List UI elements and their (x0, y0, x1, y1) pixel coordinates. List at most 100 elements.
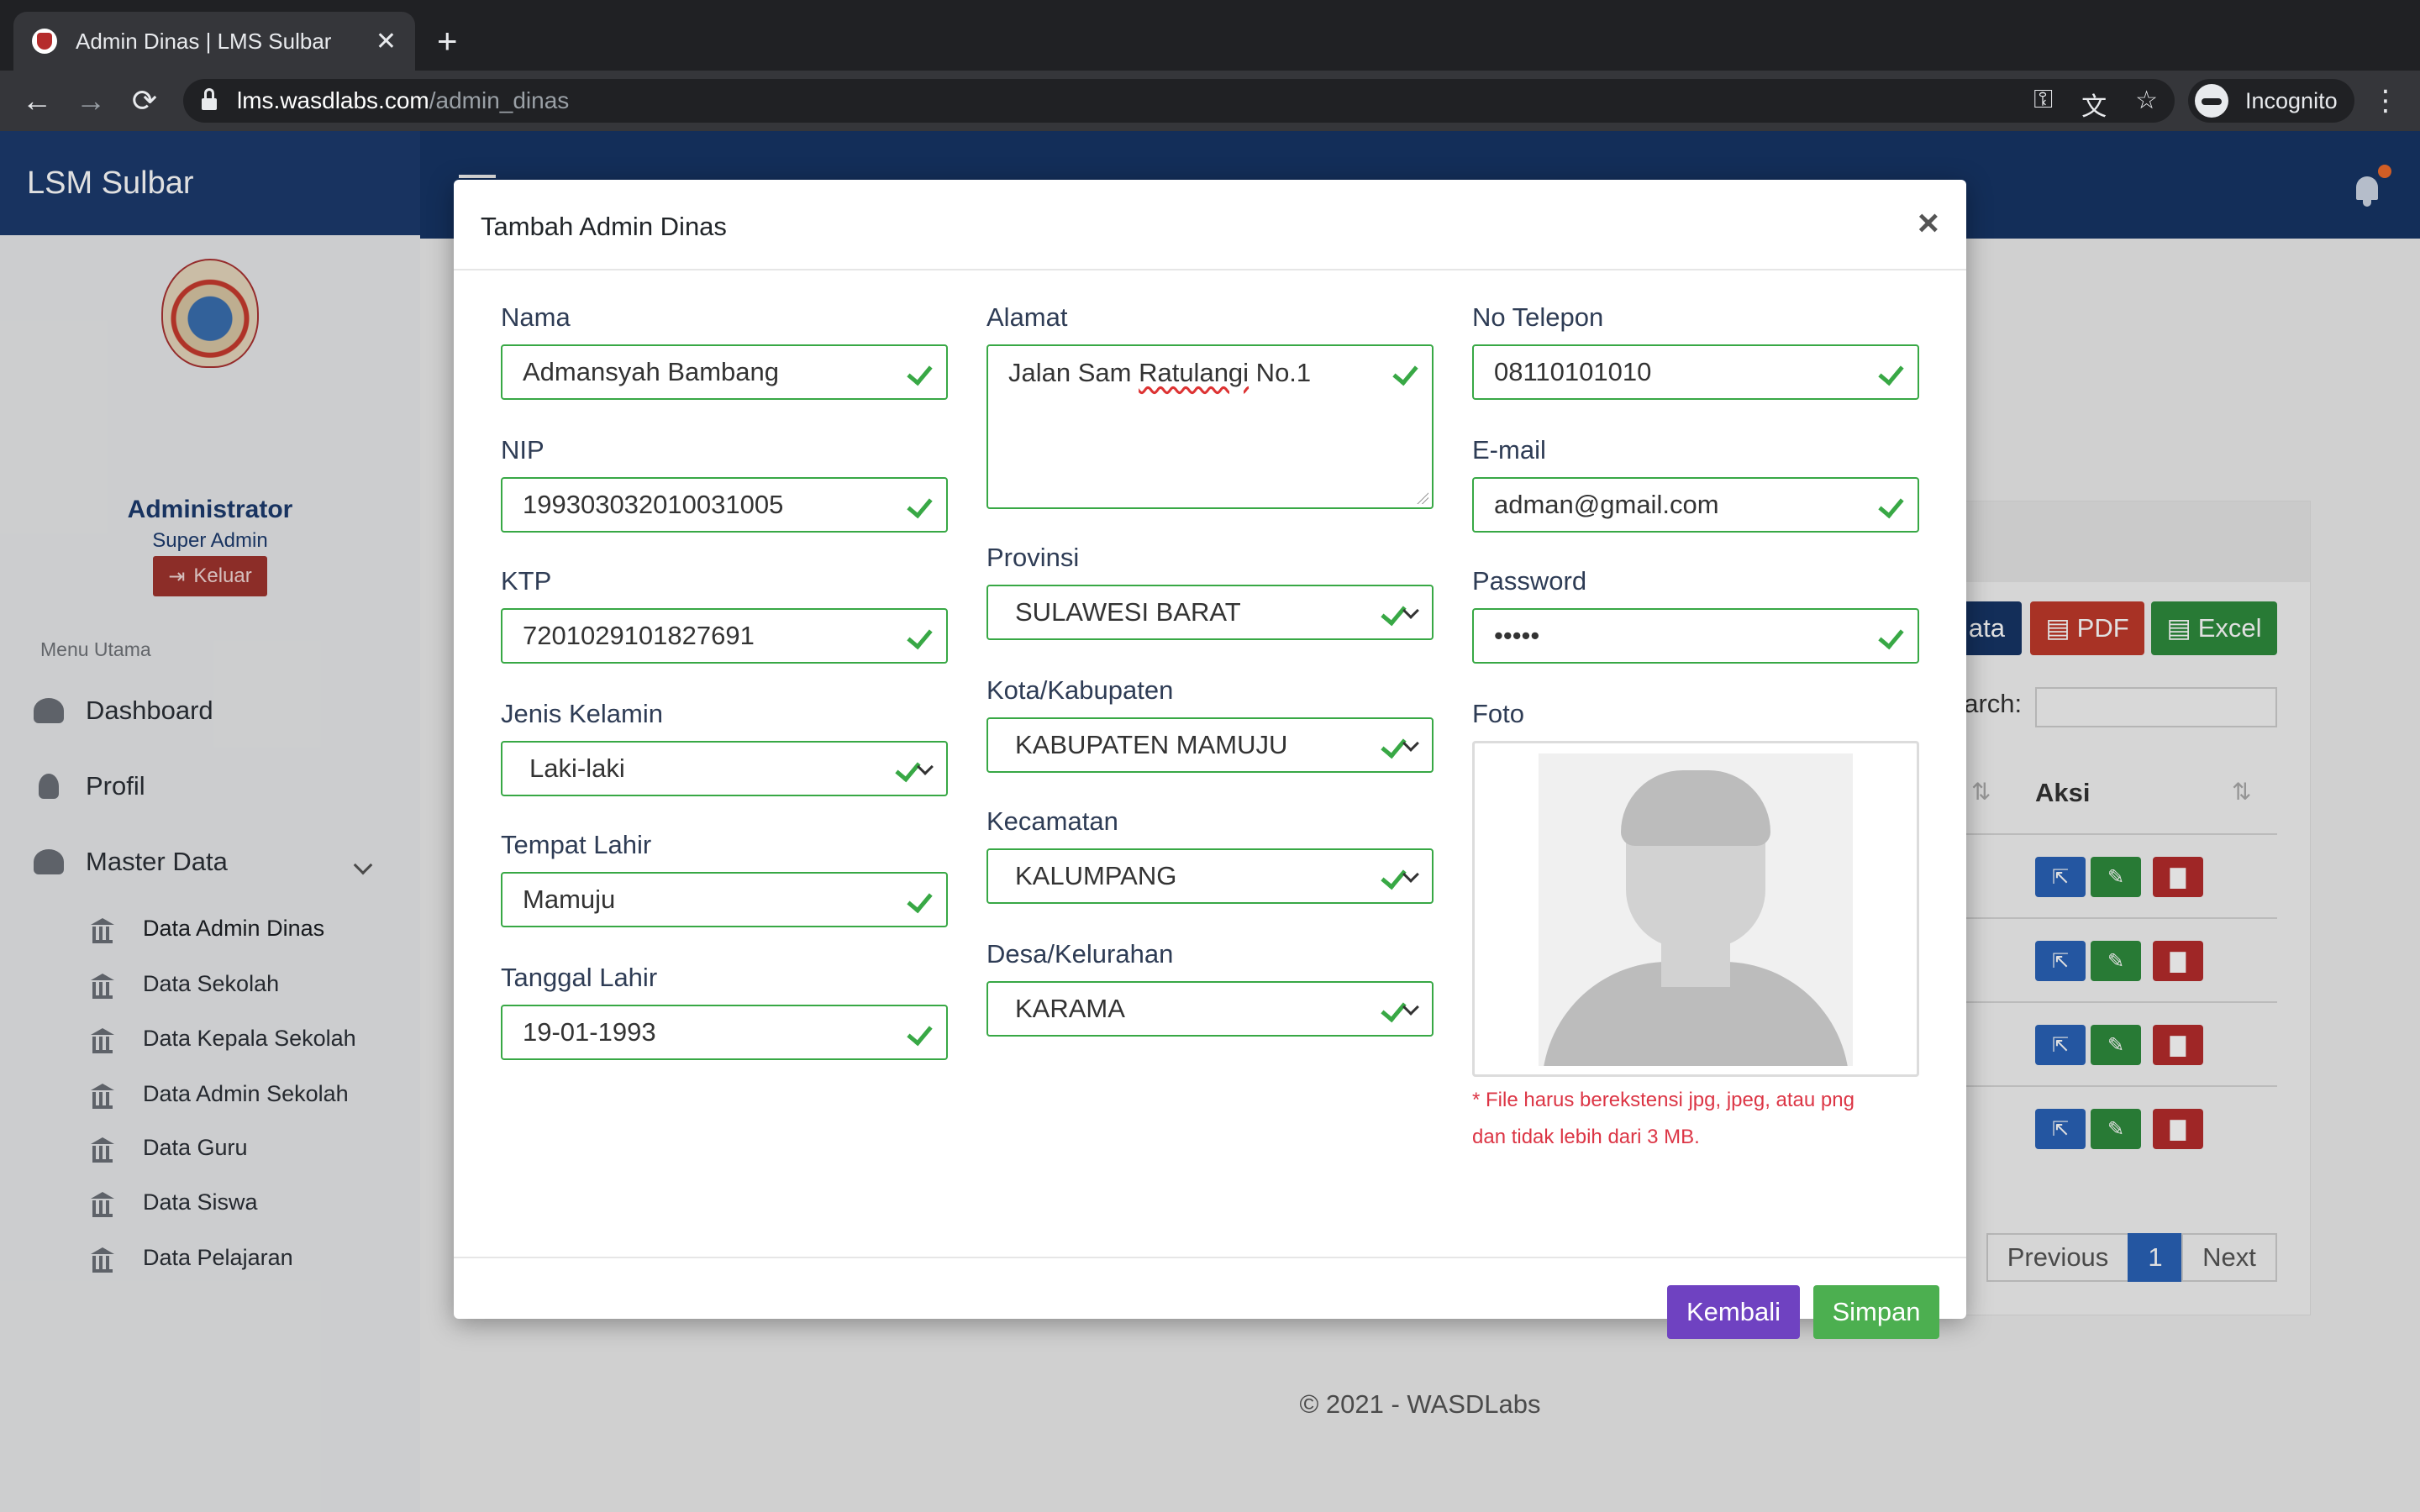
modal-title: Tambah Admin Dinas (481, 212, 727, 241)
avatar-hair (1621, 770, 1770, 846)
kecamatan-label: Kecamatan (986, 806, 1118, 836)
tanggal-lahir-input[interactable]: 19-01-1993 (501, 1005, 948, 1060)
provinsi-select[interactable]: SULAWESI BARAT (986, 585, 1434, 640)
photo-upload[interactable] (1472, 741, 1919, 1077)
alamat-label: Alamat (986, 302, 1068, 332)
site-favicon-icon (32, 29, 57, 54)
telepon-value: 08110101010 (1494, 357, 1652, 386)
check-icon (1381, 864, 1407, 889)
kecamatan-value: KALUMPANG (1015, 861, 1177, 890)
add-admin-dinas-modal: Tambah Admin Dinas × Nama Admansyah Bamb… (454, 180, 1966, 1339)
url-text: lms.wasdlabs.com/admin_dinas (237, 87, 569, 114)
jenis-kelamin-select[interactable]: Laki-laki (501, 741, 948, 796)
key-icon[interactable]: ⚿ (2033, 86, 2053, 123)
check-icon (908, 492, 933, 517)
check-icon (908, 1020, 933, 1045)
password-input[interactable]: ••••• (1472, 608, 1919, 664)
tab-close-icon[interactable]: ✕ (376, 27, 397, 56)
url-host: lms.wasdlabs.com (237, 87, 429, 113)
provinsi-label: Provinsi (986, 543, 1080, 572)
alamat-text: Jalan Sam (1008, 358, 1139, 387)
note-text: . (1694, 1126, 1700, 1148)
email-input[interactable]: adman@gmail.com (1472, 477, 1919, 533)
desa-label: Desa/Kelurahan (986, 939, 1174, 969)
new-tab-button[interactable]: + (437, 18, 458, 64)
resize-handle-icon[interactable] (1417, 492, 1428, 504)
alamat-text-misspelled: Ratulangi (1139, 358, 1249, 387)
check-icon (908, 360, 933, 385)
check-icon (896, 756, 921, 781)
back-arrow-icon[interactable]: ← (15, 79, 59, 123)
kecamatan-select[interactable]: KALUMPANG (986, 848, 1434, 904)
translate-icon[interactable]: 文 (2081, 86, 2107, 123)
note-size-limit: 3 MB (1647, 1126, 1695, 1148)
telepon-label: No Telepon (1472, 302, 1604, 332)
lock-icon[interactable] (202, 88, 217, 110)
reload-icon[interactable]: ⟳ (123, 79, 166, 123)
incognito-label: Incognito (2245, 87, 2338, 113)
ktp-label: KTP (501, 566, 552, 596)
provinsi-value: SULAWESI BARAT (1015, 597, 1241, 627)
forward-arrow-icon[interactable]: → (69, 79, 113, 123)
check-icon (1393, 360, 1418, 385)
nama-value: Admansyah Bambang (523, 357, 780, 386)
back-button[interactable]: Kembali (1667, 1285, 1800, 1339)
save-button[interactable]: Simpan (1813, 1285, 1939, 1339)
desa-value: KARAMA (1015, 994, 1125, 1023)
ktp-value: 7201029101827691 (523, 621, 755, 650)
nama-label: Nama (501, 302, 571, 332)
note-extensions: jpg, jpeg, atau png (1688, 1089, 1854, 1111)
check-icon (1381, 732, 1407, 758)
file-requirement-note: * File harus berekstensi jpg, jpeg, atau… (1472, 1082, 1943, 1156)
check-icon (1879, 360, 1904, 385)
email-value: adman@gmail.com (1494, 490, 1719, 519)
nama-input[interactable]: Admansyah Bambang (501, 344, 948, 400)
ktp-input[interactable]: 7201029101827691 (501, 608, 948, 664)
check-icon (1879, 492, 1904, 517)
address-bar[interactable]: lms.wasdlabs.com/admin_dinas ⚿ 文 ☆ (183, 79, 2175, 123)
nip-input[interactable]: 199303032010031005 (501, 477, 948, 533)
avatar-placeholder-icon (1539, 753, 1853, 1066)
tanggal-lahir-value: 19-01-1993 (523, 1017, 656, 1047)
close-icon[interactable]: × (1918, 205, 1939, 242)
browser-toolbar: ← → ⟳ lms.wasdlabs.com/admin_dinas ⚿ 文 ☆… (0, 71, 2420, 131)
telepon-input[interactable]: 08110101010 (1472, 344, 1919, 400)
note-text: dan tidak lebih dari (1472, 1126, 1648, 1148)
incognito-icon (2195, 84, 2228, 118)
tempat-lahir-label: Tempat Lahir (501, 830, 652, 859)
note-text: * File harus berekstensi (1472, 1089, 1689, 1111)
incognito-indicator[interactable]: Incognito (2188, 79, 2354, 123)
tempat-lahir-value: Mamuju (523, 885, 616, 914)
tab-title: Admin Dinas | LMS Sulbar (76, 28, 332, 54)
desa-select[interactable]: KARAMA (986, 981, 1434, 1037)
check-icon (908, 887, 933, 912)
kota-value: KABUPATEN MAMUJU (1015, 730, 1288, 759)
modal-header: Tambah Admin Dinas × (454, 180, 1966, 270)
kota-select[interactable]: KABUPATEN MAMUJU (986, 717, 1434, 773)
alamat-text: No.1 (1249, 358, 1312, 387)
browser-tab[interactable]: Admin Dinas | LMS Sulbar ✕ (13, 12, 415, 71)
tempat-lahir-input[interactable]: Mamuju (501, 872, 948, 927)
jenis-kelamin-label: Jenis Kelamin (501, 699, 663, 728)
browser-menu-icon[interactable]: ⋮ (2371, 84, 2400, 118)
jenis-kelamin-value: Laki-laki (529, 753, 625, 783)
bookmark-star-icon[interactable]: ☆ (2135, 86, 2158, 123)
page: LSM Sulbar Administrator Super Admin ⇥ K… (0, 131, 2420, 1512)
tanggal-lahir-label: Tanggal Lahir (501, 963, 658, 992)
email-label: E-mail (1472, 435, 1546, 465)
nip-label: NIP (501, 435, 544, 465)
url-path: /admin_dinas (429, 87, 570, 113)
alamat-textarea[interactable]: Jalan Sam Ratulangi No.1 (986, 344, 1434, 509)
alamat-value: Jalan Sam Ratulangi No.1 (1008, 358, 1311, 388)
check-icon (1879, 623, 1904, 648)
modal-footer-divider (454, 1257, 1966, 1258)
kota-label: Kota/Kabupaten (986, 675, 1174, 705)
check-icon (1381, 996, 1407, 1021)
nip-value: 199303032010031005 (523, 490, 784, 519)
password-value: ••••• (1494, 621, 1540, 650)
check-icon (1381, 600, 1407, 625)
password-label: Password (1472, 566, 1587, 596)
check-icon (908, 623, 933, 648)
browser-tab-strip: Admin Dinas | LMS Sulbar ✕ + (0, 0, 2420, 71)
foto-label: Foto (1472, 699, 1525, 728)
